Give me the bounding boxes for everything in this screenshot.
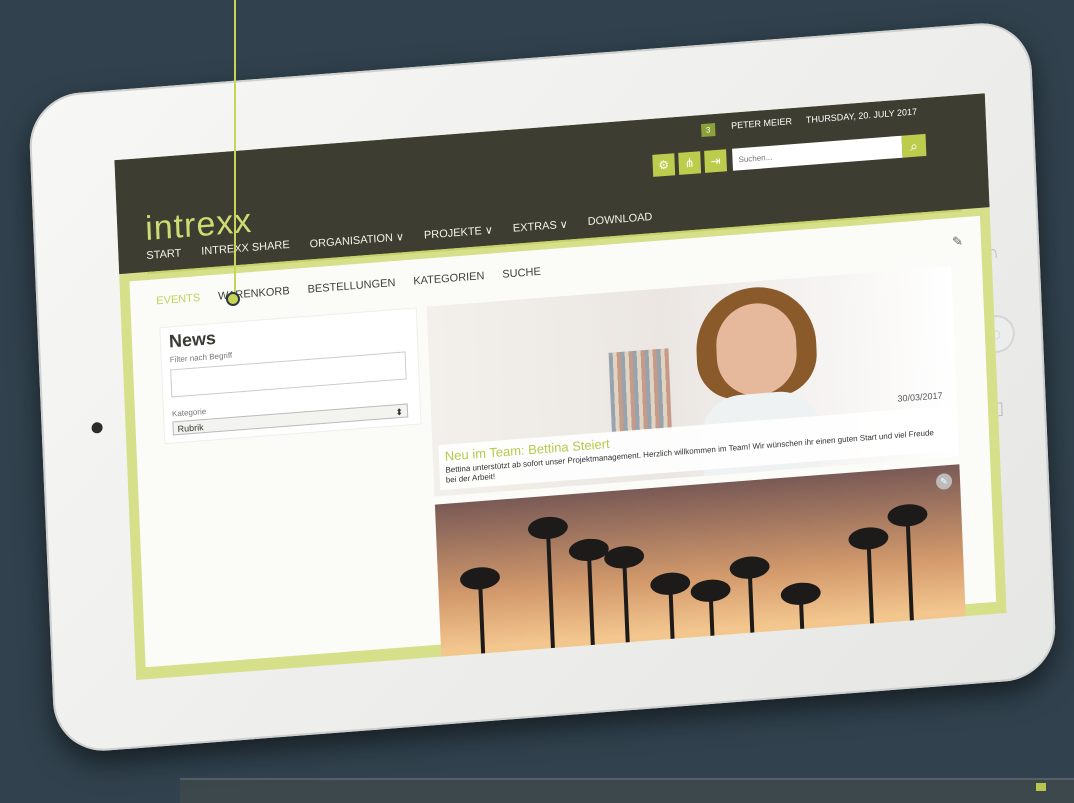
tablet-device: ∩ ◌ ▯ intrexx 3 PETER MEIER THURSDAY, 20…	[27, 19, 1058, 755]
kategorie-label: Kategorie	[171, 406, 207, 419]
nav-start[interactable]: START	[146, 247, 181, 263]
gear-icon[interactable]: ⚙	[652, 153, 676, 177]
kategorie-select[interactable]: Rubrik	[172, 403, 409, 436]
palm-tree	[798, 594, 807, 681]
camera-icon	[91, 421, 103, 434]
palm-tree	[866, 539, 877, 680]
nav-organisation[interactable]: ORGANISATION ∨	[309, 230, 404, 250]
news-filter-panel: News Filter nach Begriff Kategorie Rubri…	[159, 307, 422, 445]
news-teaser: Die 120 Teilnehmer des Strandfestes am S…	[454, 656, 908, 681]
nav-projekte[interactable]: PROJEKTE ∨	[424, 223, 493, 241]
palm-tree	[622, 558, 633, 681]
pencil-icon[interactable]: ✎	[952, 233, 964, 250]
tab-events[interactable]: EVENTS	[156, 292, 200, 307]
palm-tree	[545, 528, 558, 681]
news-date: 07/03/2017	[906, 616, 953, 630]
news-card[interactable]: ✎ 07/03/2017 Strandfest am Santa Monica …	[434, 464, 969, 681]
bottom-strip	[180, 778, 1074, 803]
news-card[interactable]: 30/03/2017 Neu im Team: Bettina Steiert …	[426, 266, 960, 497]
palm-tree	[708, 591, 717, 681]
palm-tree	[478, 579, 488, 681]
nav-extras[interactable]: EXTRAS ∨	[513, 218, 568, 235]
palm-tree	[905, 516, 917, 677]
content-area: EVENTS WARENKORB BESTELLUNGEN KATEGORIEN…	[129, 215, 997, 681]
palm-tree	[747, 568, 757, 681]
app-screen: intrexx 3 PETER MEIER THURSDAY, 20. JULY…	[114, 93, 1007, 681]
news-headline[interactable]: Strandfest am Santa Monica Pier war ein …	[454, 636, 955, 680]
user-name[interactable]: PETER MEIER	[731, 116, 792, 131]
news-title: News	[168, 327, 217, 352]
sitemap-icon[interactable]: ⋔	[678, 151, 702, 175]
bottom-strip-marker	[1036, 783, 1046, 791]
tab-kategorien[interactable]: KATEGORIEN	[413, 270, 485, 287]
nav-download[interactable]: DOWNLOAD	[587, 211, 652, 229]
sub-nav: EVENTS WARENKORB BESTELLUNGEN KATEGORIEN…	[156, 266, 541, 308]
news-card-overlay: 07/03/2017 Strandfest am Santa Monica Pi…	[447, 616, 962, 681]
logout-icon[interactable]: ⇥	[704, 149, 728, 173]
callout-dot	[226, 292, 240, 306]
pencil-icon[interactable]: ✎	[935, 472, 953, 491]
search-icon[interactable]: ⌕	[901, 133, 927, 158]
tab-suche[interactable]: SUCHE	[502, 266, 541, 281]
callout-line	[234, 0, 236, 296]
app-logo[interactable]: intrexx	[144, 202, 252, 249]
search-input[interactable]	[732, 135, 903, 171]
palm-tree	[668, 584, 677, 681]
news-date: 30/03/2017	[897, 390, 943, 404]
filter-label: Filter nach Begriff	[169, 350, 233, 365]
palm-tree	[586, 550, 598, 681]
pencils-image	[608, 348, 672, 433]
tab-bestellungen[interactable]: BESTELLUNGEN	[307, 277, 395, 296]
current-date: THURSDAY, 20. JULY 2017	[805, 106, 918, 126]
notification-badge[interactable]: 3	[701, 122, 716, 138]
